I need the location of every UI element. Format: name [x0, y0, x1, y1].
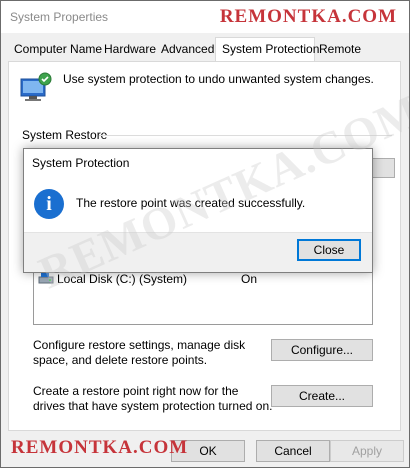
create-description: Create a restore point right now for the… [33, 384, 273, 413]
system-protection-icon [20, 72, 52, 101]
info-icon: i [34, 189, 64, 219]
create-button[interactable]: Create... [271, 385, 373, 407]
tab-computer-name[interactable]: Computer Name [14, 42, 102, 56]
cancel-button[interactable]: Cancel [256, 440, 330, 462]
close-button[interactable]: Close [297, 239, 361, 261]
dialog-title: System Protection [32, 156, 130, 170]
watermark-top: REMONTKA.COM [219, 6, 397, 27]
apply-button[interactable]: Apply [330, 440, 404, 462]
system-properties-window: System Properties REMONTKA.COM Computer … [0, 0, 410, 468]
watermark-bottom: REMONTKA.COM [11, 437, 189, 458]
group-divider [99, 135, 392, 136]
hard-disk-icon [38, 272, 54, 284]
configure-button[interactable]: Configure... [271, 339, 373, 361]
system-restore-group-label: System Restore [22, 128, 112, 142]
tab-advanced[interactable]: Advanced [161, 42, 214, 56]
tab-remote[interactable]: Remote [319, 42, 361, 56]
intro-text: Use system protection to undo unwanted s… [63, 72, 374, 86]
restore-point-dialog: System Protection i The restore point wa… [23, 148, 373, 273]
configure-description: Configure restore settings, manage disk … [33, 338, 246, 367]
drive-protection-status: On [241, 272, 258, 286]
tab-system-protection[interactable]: System Protection [222, 42, 319, 56]
tab-strip: Computer Name Hardware Advanced System P… [1, 37, 409, 61]
tab-hardware[interactable]: Hardware [104, 42, 156, 56]
window-title: System Properties [10, 10, 109, 24]
dialog-title-bar: System Protection [24, 149, 372, 177]
dialog-message: The restore point was created successful… [76, 196, 306, 210]
drive-name[interactable]: Local Disk (C:) (System) [57, 272, 187, 286]
